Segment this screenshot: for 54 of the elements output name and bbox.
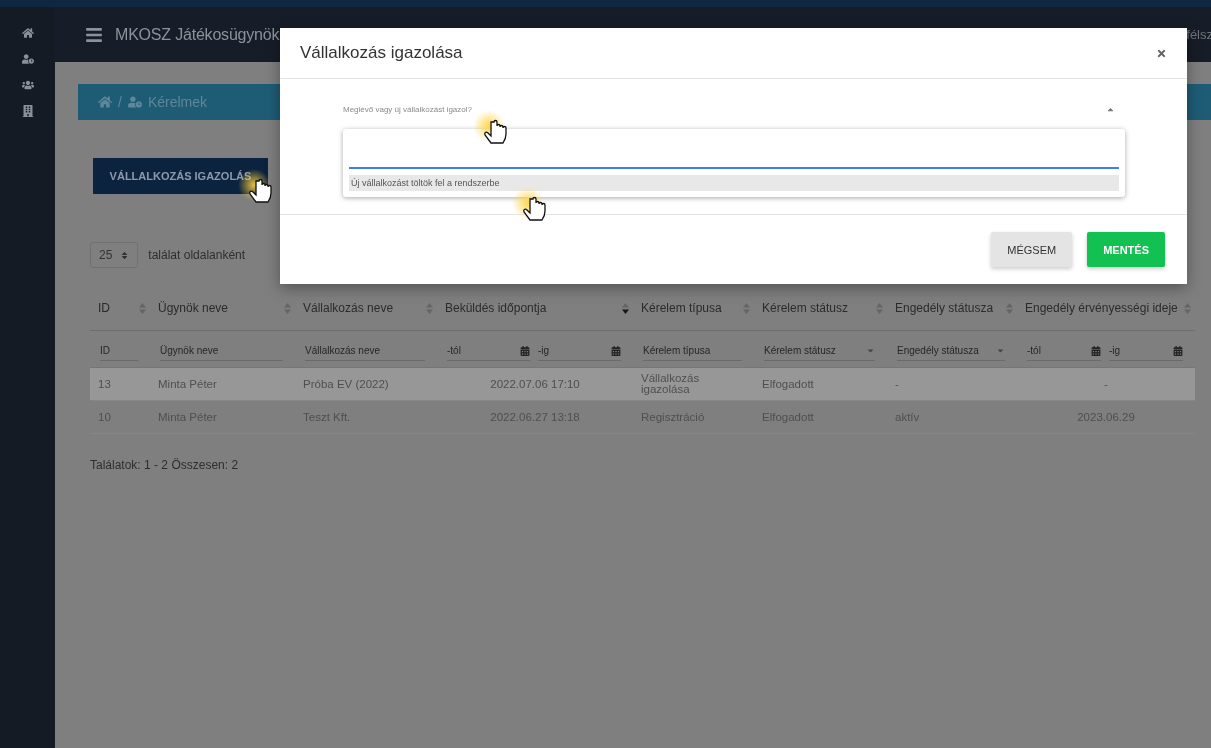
business-select[interactable]: Meglévő vagy új vállalkozást igazol?	[343, 105, 1125, 129]
page-size-select[interactable]: 25	[90, 242, 139, 268]
user-clock-icon[interactable]	[21, 53, 34, 65]
calendar-icon	[1173, 345, 1183, 356]
table-cell: 13	[90, 368, 150, 401]
results-summary: Találatok: 1 - 2 Összesen: 2	[90, 458, 240, 472]
dropdown-option[interactable]: Új vállalkozást töltök fel a rendszerbe	[349, 175, 1119, 191]
caret-icon	[866, 346, 875, 355]
table-cell: Próba EV (2022)	[295, 368, 437, 401]
caret-icon	[996, 346, 1005, 355]
cancel-button[interactable]: MÉGSEM	[991, 232, 1073, 267]
filter-field[interactable]: Vállalkozás neve	[305, 341, 425, 361]
column-header[interactable]: Engedély státusza	[887, 286, 1017, 331]
users-icon[interactable]	[21, 79, 34, 91]
date-from-field[interactable]: -tól	[1027, 341, 1101, 361]
building-icon[interactable]	[21, 105, 34, 117]
table-cell: -	[887, 368, 1017, 401]
filter-dropdown[interactable]: Engedély státusza	[897, 341, 1005, 361]
home-icon[interactable]	[21, 27, 34, 39]
save-button[interactable]: MENTÉS	[1087, 232, 1165, 267]
column-header[interactable]: Vállalkozás neve	[295, 286, 437, 331]
verify-business-button[interactable]: VÁLLALKOZÁS IGAZOLÁS	[93, 158, 268, 194]
calendar-icon	[611, 345, 621, 356]
filter-field[interactable]: ID	[100, 341, 138, 361]
column-header[interactable]: Beküldés időpontja	[437, 286, 633, 331]
date-from-field[interactable]: -tól	[447, 341, 530, 361]
calendar-icon	[1091, 345, 1101, 356]
dialog-title: Vállalkozás igazolása	[300, 43, 463, 63]
table-cell: Minta Péter	[150, 368, 295, 401]
filter-field[interactable]: Ügynök neve	[160, 341, 283, 361]
table-cell: 2022.07.06 17:10	[437, 368, 633, 401]
column-header[interactable]: Kérelem típusa	[633, 286, 754, 331]
filter-field[interactable]: Kérelem típusa	[643, 341, 742, 361]
caret-up-icon	[1106, 105, 1115, 114]
page-size-label: találat oldalanként	[148, 248, 246, 262]
column-header[interactable]: Engedély érvényességi ideje	[1017, 286, 1195, 331]
table-cell: Vállalkozás igazolása	[633, 368, 754, 401]
calendar-icon	[520, 345, 530, 356]
sort-icon[interactable]	[622, 302, 629, 314]
column-header[interactable]: Ügynök neve	[150, 286, 295, 331]
breadcrumb-separator: /	[118, 94, 122, 110]
filter-dropdown[interactable]: Kérelem státusz	[764, 341, 875, 361]
column-header[interactable]: ID	[90, 286, 150, 331]
date-to-field[interactable]: -ig	[1109, 341, 1183, 361]
table-cell: -	[1017, 368, 1195, 401]
sort-icon	[120, 250, 130, 260]
close-icon[interactable]	[1156, 47, 1167, 59]
column-header[interactable]: Kérelem státusz	[754, 286, 887, 331]
user-clock-icon	[127, 95, 142, 109]
menu-icon[interactable]	[85, 25, 103, 44]
date-to-field[interactable]: -ig	[538, 341, 621, 361]
breadcrumb-label: Kérelmek	[147, 94, 208, 110]
app-title: MKOSZ Játékosügynök	[115, 25, 281, 44]
table-cell: Elfogadott	[754, 368, 887, 401]
